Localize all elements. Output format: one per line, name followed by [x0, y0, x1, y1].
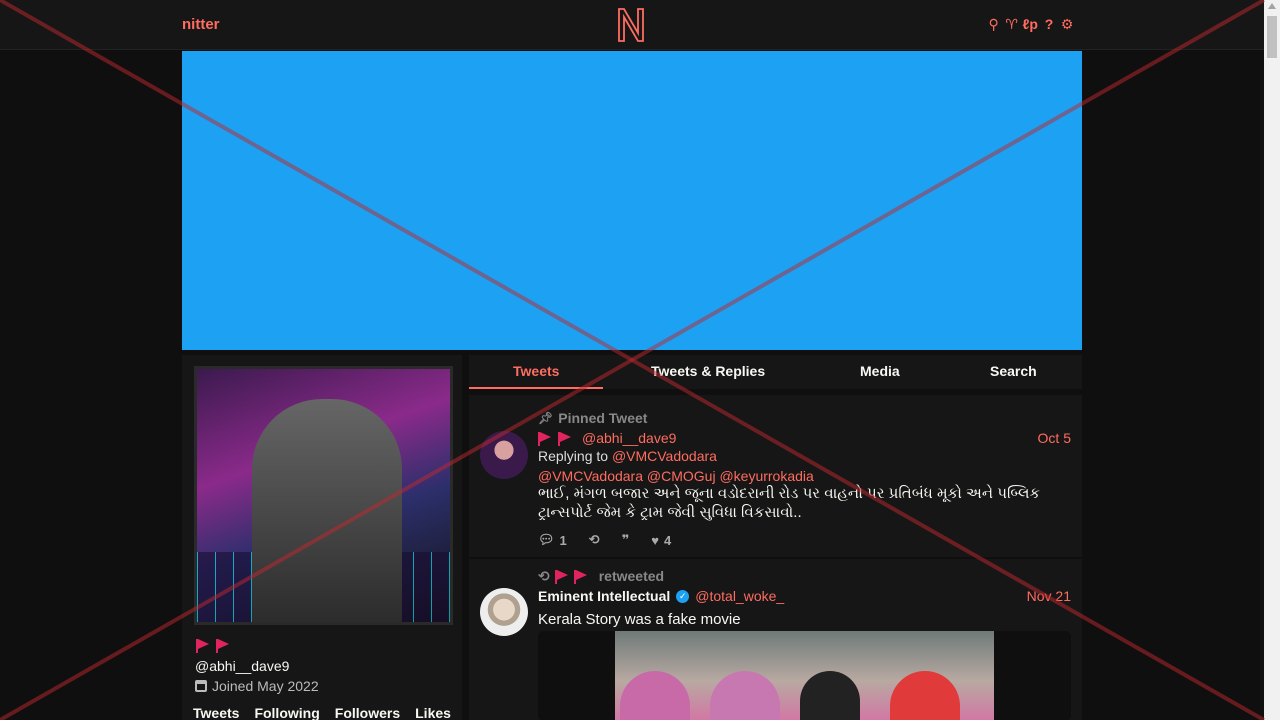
nitter-logo-icon[interactable] — [615, 7, 647, 43]
red-flag-icon — [573, 570, 588, 584]
pin-icon: 📌︎ — [538, 411, 554, 425]
image-figure — [710, 671, 780, 720]
joined-text: Joined May 2022 — [212, 678, 319, 694]
red-flag-icon — [196, 639, 210, 653]
profile-avatar[interactable] — [194, 366, 453, 625]
flag-emojis — [196, 639, 230, 653]
heart-icon: ♥ — [651, 532, 660, 548]
profile-banner[interactable] — [182, 51, 1082, 350]
help-icon[interactable]: ? — [1042, 16, 1056, 33]
tweet-fullname[interactable]: Eminent Intellectual — [538, 588, 670, 604]
quote-icon: ❞ — [621, 532, 630, 547]
tab-media[interactable]: Media — [860, 363, 900, 379]
tweet-content: Kerala Story was a fake movie — [538, 611, 741, 628]
tweet-username[interactable]: @total_woke_ — [695, 588, 784, 604]
scroll-thumb[interactable] — [1267, 16, 1277, 58]
calendar-icon — [195, 680, 207, 692]
tweet-image[interactable] — [615, 631, 994, 720]
tweet-date[interactable]: Nov 21 — [1027, 588, 1071, 604]
stat-following[interactable]: Following — [254, 705, 319, 720]
scroll-up-arrow-icon[interactable] — [1268, 3, 1276, 9]
image-figure — [620, 671, 690, 720]
tweet-body: ⟲ retweeted Eminent Intellectual ✓ @tota… — [538, 567, 1071, 629]
tweet-actions: 💬︎ 1 ⟲ ❞ ♥ 4 — [538, 532, 1071, 548]
tweet[interactable]: ⟲ retweeted Eminent Intellectual ✓ @tota… — [469, 559, 1082, 720]
settings-icon[interactable]: ⚙ — [1060, 16, 1074, 33]
comment-icon: 💬︎ — [538, 532, 555, 547]
tweet-header: @abhi__dave9 Oct 5 — [538, 429, 1071, 447]
red-flag-icon — [538, 432, 552, 446]
tweet-date[interactable]: Oct 5 — [1038, 430, 1071, 446]
profile-stats: Tweets Following Followers Likes — [193, 705, 451, 720]
red-flag-icon — [558, 432, 572, 446]
tweet-header: Eminent Intellectual ✓ @total_woke_ Nov … — [538, 587, 1071, 605]
mention-link[interactable]: @CMOGuj — [647, 468, 716, 484]
tweet-body: 📌︎ Pinned Tweet @abhi__dave9 Oct 5 Reply… — [538, 409, 1071, 548]
replying-to: Replying to @VMCVadodara — [538, 448, 1071, 464]
image-figure — [890, 671, 960, 720]
retweet-label: ⟲ retweeted — [538, 567, 1071, 585]
scrollbar[interactable] — [1264, 0, 1280, 720]
navbar: nitter ⚲ ♈ ℓp ? ⚙ — [0, 0, 1264, 50]
replying-label: Replying to — [538, 448, 609, 464]
like-count: 4 — [664, 532, 672, 548]
tab-tweets[interactable]: Tweets — [513, 363, 559, 379]
tweet-media[interactable] — [538, 631, 1071, 720]
reply-button[interactable]: 💬︎ 1 — [538, 532, 567, 548]
like-button[interactable]: ♥ 4 — [651, 532, 671, 548]
image-figure — [800, 671, 860, 720]
lp-icon[interactable]: ℓp — [1023, 16, 1038, 33]
stat-likes[interactable]: Likes — [415, 705, 451, 720]
retweet-icon: ⟲ — [588, 532, 600, 547]
avatar-figure — [252, 399, 402, 622]
retweeted-text: retweeted — [598, 568, 665, 584]
pinned-text: Pinned Tweet — [558, 410, 648, 426]
mention-link[interactable]: @VMCVadodara — [538, 468, 643, 484]
search-icon[interactable]: ⚲ — [987, 16, 1001, 33]
quote-button[interactable]: ❞ — [622, 532, 630, 548]
verified-badge-icon: ✓ — [676, 589, 690, 603]
joined-date: Joined May 2022 — [195, 678, 319, 694]
brand-link[interactable]: nitter — [182, 16, 220, 33]
pinned-label: 📌︎ Pinned Tweet — [538, 409, 1071, 427]
stat-tweets[interactable]: Tweets — [193, 705, 239, 720]
twitter-bird-icon[interactable]: ♈ — [1005, 16, 1019, 33]
tweet-avatar[interactable] — [480, 588, 528, 636]
timeline-tabs: Tweets Tweets & Replies Media Search — [469, 355, 1082, 389]
red-flag-icon — [554, 570, 569, 584]
mention-link[interactable]: @keyurrokadia — [719, 468, 813, 484]
tweet-content: ભાઈ, મંગળ બજાર અને જૂના વડોદરાની રોડ પર … — [538, 485, 1041, 521]
tweet[interactable]: 📌︎ Pinned Tweet @abhi__dave9 Oct 5 Reply… — [469, 395, 1082, 557]
timeline: Tweets Tweets & Replies Media Search 📌︎ … — [469, 355, 1082, 720]
tab-search[interactable]: Search — [990, 363, 1037, 379]
tweet-mentions: @VMCVadodara @CMOGuj @keyurrokadia — [538, 468, 1071, 484]
retweet-button[interactable]: ⟲ — [589, 532, 600, 548]
red-flag-icon — [216, 639, 230, 653]
nav-icons: ⚲ ♈ ℓp ? ⚙ — [987, 16, 1074, 33]
profile-handle[interactable]: @abhi__dave9 — [195, 658, 289, 674]
reply-count: 1 — [559, 532, 567, 548]
tweet-avatar[interactable] — [480, 431, 528, 479]
profile-card: @abhi__dave9 Joined May 2022 Tweets Foll… — [182, 355, 462, 720]
active-tab-indicator — [469, 387, 603, 389]
tweet-username[interactable]: @abhi__dave9 — [582, 430, 676, 446]
tab-tweets-replies[interactable]: Tweets & Replies — [651, 363, 765, 379]
stat-followers[interactable]: Followers — [335, 705, 400, 720]
replying-to-link[interactable]: @VMCVadodara — [612, 448, 717, 464]
retweet-icon: ⟲ — [538, 567, 550, 584]
